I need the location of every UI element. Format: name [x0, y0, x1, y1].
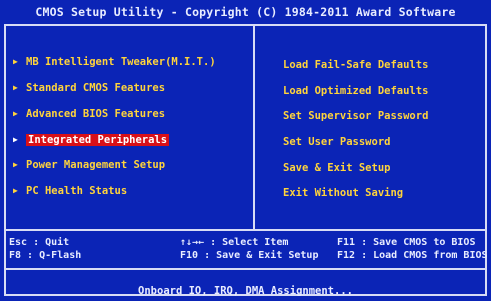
save-exit-setup[interactable]: Save & Exit Setup — [283, 161, 390, 175]
vertical-divider — [253, 24, 255, 230]
key-hint-esc: Esc : Quit — [9, 237, 70, 248]
menu-item-integrated-peripherals[interactable]: ▶ Integrated Peripherals — [13, 133, 170, 147]
set-supervisor-password[interactable]: Set Supervisor Password — [283, 109, 428, 123]
menu-item-label: PC Health Status — [26, 185, 128, 197]
horizontal-divider-help — [4, 268, 487, 270]
triangle-right-icon: ▶ — [13, 160, 18, 169]
triangle-right-icon: ▶ — [13, 57, 18, 66]
load-fail-safe-defaults[interactable]: Load Fail-Safe Defaults — [283, 58, 428, 72]
menu-item-label: Advanced BIOS Features — [26, 108, 166, 120]
menu-item-label: Standard CMOS Features — [26, 82, 166, 94]
menu-item-label: Power Management Setup — [26, 159, 166, 171]
load-optimized-defaults[interactable]: Load Optimized Defaults — [283, 84, 428, 98]
exit-without-saving[interactable]: Exit Without Saving — [283, 186, 403, 200]
menu-item-label: Integrated Peripherals — [26, 134, 170, 146]
key-hint-select: ↑↓→← : Select Item — [180, 237, 289, 248]
menu-item-label: MB Intelligent Tweaker(M.I.T.) — [26, 56, 216, 68]
key-hint-f11: F11 : Save CMOS to BIOS — [337, 237, 476, 248]
triangle-right-icon: ▶ — [13, 109, 18, 118]
key-hint-f10: F10 : Save & Exit Setup — [180, 250, 319, 261]
menu-item-advanced-bios[interactable]: ▶ Advanced BIOS Features — [13, 107, 165, 121]
triangle-right-icon: ▶ — [13, 83, 18, 92]
menu-item-power-management[interactable]: ▶ Power Management Setup — [13, 158, 165, 172]
menu-item-pc-health[interactable]: ▶ PC Health Status — [13, 184, 127, 198]
help-line: Onboard IO, IRQ, DMA Assignment... — [138, 285, 353, 297]
set-user-password[interactable]: Set User Password — [283, 135, 390, 149]
menu-item-standard-cmos[interactable]: ▶ Standard CMOS Features — [13, 81, 165, 95]
window-title: CMOS Setup Utility - Copyright (C) 1984-… — [35, 5, 456, 19]
key-hint-f8: F8 : Q-Flash — [9, 250, 82, 261]
triangle-right-icon: ▶ — [13, 186, 18, 195]
key-hint-f12: F12 : Load CMOS from BIOS — [337, 250, 488, 261]
triangle-right-icon: ▶ — [13, 135, 18, 144]
horizontal-divider-keys — [4, 229, 487, 231]
menu-item-mit[interactable]: ▶ MB Intelligent Tweaker(M.I.T.) — [13, 55, 216, 69]
